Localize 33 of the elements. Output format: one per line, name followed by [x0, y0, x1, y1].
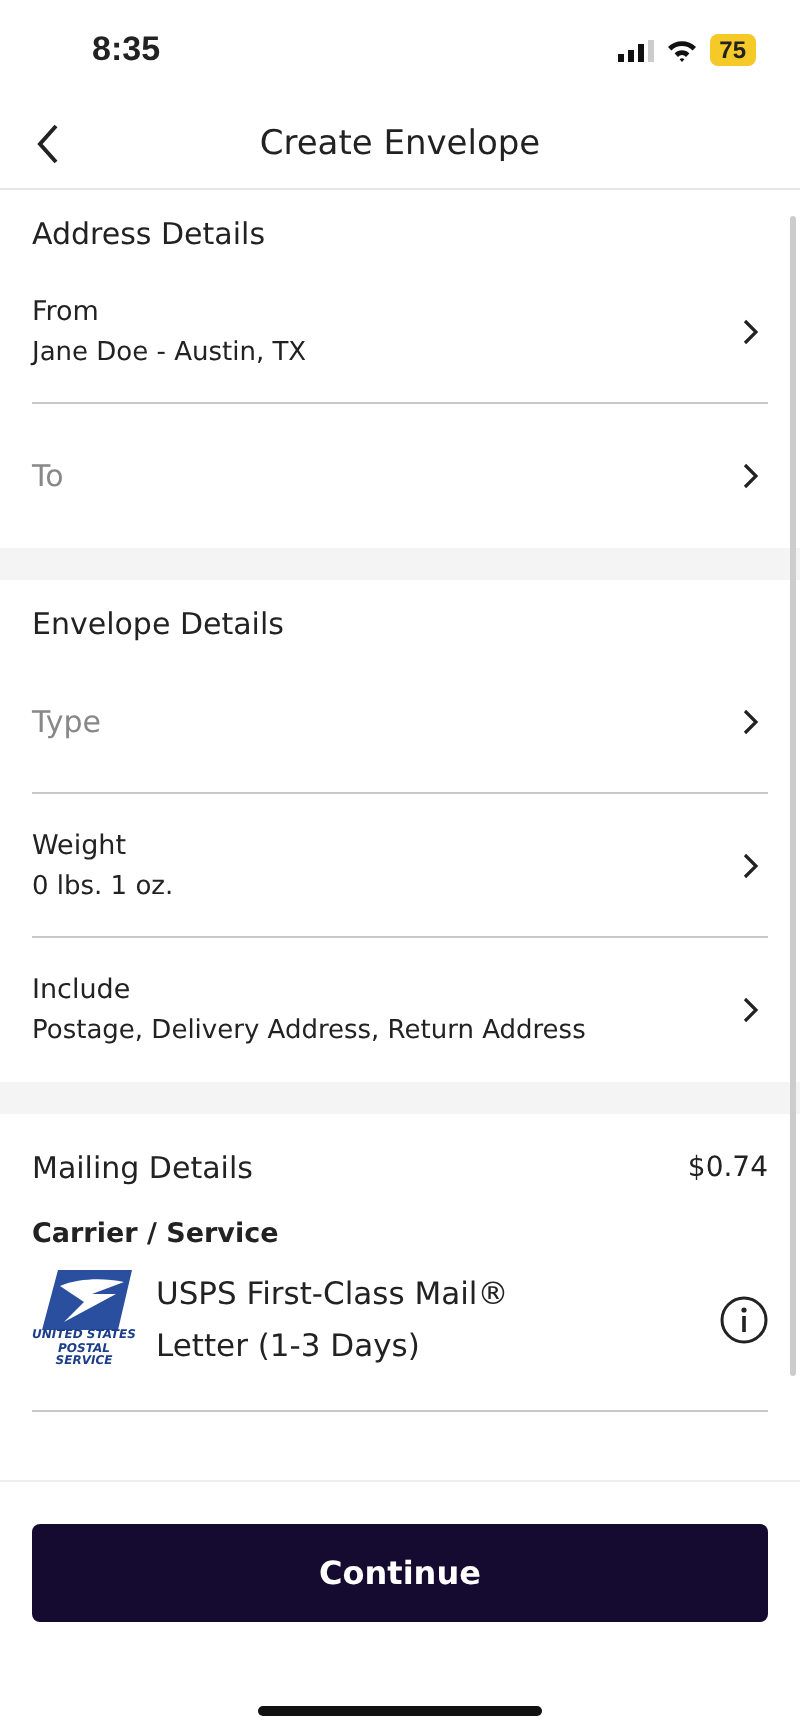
list-item[interactable]: Include Postage, Delivery Address, Return Address: [32, 938, 768, 1082]
row-placeholder: Type: [32, 703, 101, 739]
row-value: Postage, Delivery Address, Return Address: [32, 1016, 586, 1046]
row-label: Include: [32, 974, 133, 1006]
eagle-logo-icon: [36, 1270, 132, 1330]
row-placeholder: To: [32, 458, 64, 494]
chevron-right-icon: [742, 462, 760, 490]
row-value: 0 lbs. 1 oz.: [32, 871, 174, 901]
field-label: Carrier / Service: [32, 1216, 281, 1254]
status-time: 8:35: [92, 30, 161, 70]
row-label: Weight: [32, 829, 129, 861]
chevron-right-icon: [742, 996, 760, 1024]
list-item[interactable]: Type: [32, 650, 768, 794]
page-title: Create Envelope: [259, 124, 541, 164]
price: $0.74: [687, 1152, 768, 1184]
signal-icon: [617, 39, 654, 61]
chevron-right-icon: [742, 707, 760, 735]
list-item[interactable]: Weight 0 lbs. 1 oz.: [32, 794, 768, 938]
service-name: USPS First-Class Mail®: [156, 1275, 511, 1312]
continue-button[interactable]: Continue: [32, 1524, 768, 1622]
section-title: Address Details: [32, 214, 268, 256]
chevron-right-icon: [742, 851, 760, 879]
row-value: Jane Doe - Austin, TX: [32, 337, 307, 367]
list-item[interactable]: From Jane Doe - Austin, TX: [32, 260, 768, 404]
wifi-icon: [665, 38, 698, 62]
battery-level: 75: [709, 34, 756, 66]
chevron-right-icon: [742, 317, 760, 345]
row-label: From: [32, 295, 101, 327]
service-detail: Letter (1-3 Days): [156, 1327, 422, 1364]
list-item[interactable]: To: [32, 404, 768, 548]
section-title: Mailing Details: [32, 1150, 253, 1186]
section-title: Envelope Details: [32, 604, 286, 646]
info-icon[interactable]: [720, 1295, 768, 1344]
